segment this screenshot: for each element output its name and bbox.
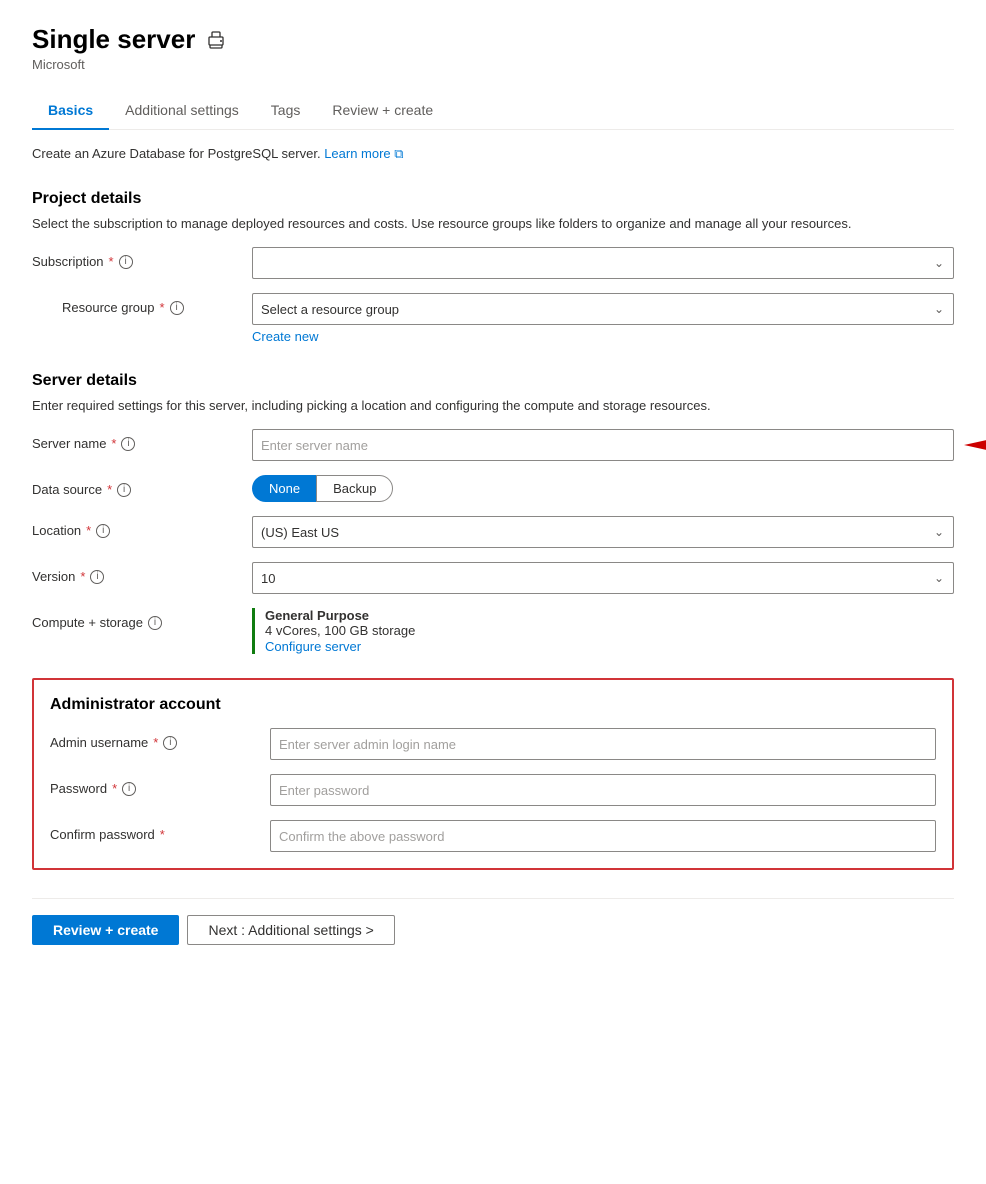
tab-additional-settings[interactable]: Additional settings (109, 92, 255, 130)
admin-username-control (270, 728, 936, 760)
version-control: 10 ⌄ (252, 562, 954, 594)
data-source-backup-button[interactable]: Backup (316, 475, 393, 502)
password-control (270, 774, 936, 806)
subscription-info-icon[interactable]: i (119, 255, 133, 269)
tab-bar: Basics Additional settings Tags Review +… (32, 92, 954, 130)
server-name-control (252, 429, 954, 461)
footer-buttons: Review + create Next : Additional settin… (32, 898, 954, 945)
confirm-password-required: * (160, 827, 165, 842)
page-description: Create an Azure Database for PostgreSQL … (32, 146, 954, 162)
page-title: Single server (32, 24, 195, 55)
admin-account-section: Administrator account Admin username * i… (32, 678, 954, 870)
server-details-section: Server details Enter required settings f… (32, 372, 954, 654)
confirm-password-input[interactable] (270, 820, 936, 852)
compute-desc: 4 vCores, 100 GB storage (265, 623, 954, 638)
learn-more-link[interactable]: Learn more ⧉ (324, 146, 403, 161)
subscription-row: Subscription * i ⌄ (32, 247, 954, 279)
compute-title: General Purpose (265, 608, 954, 623)
compute-storage-info-icon[interactable]: i (148, 616, 162, 630)
data-source-control: None Backup (252, 475, 954, 502)
print-icon[interactable] (205, 29, 227, 51)
tab-basics[interactable]: Basics (32, 92, 109, 130)
compute-storage-label: Compute + storage i (32, 608, 252, 630)
admin-username-info-icon[interactable]: i (163, 736, 177, 750)
location-row: Location * i (US) East US ⌄ (32, 516, 954, 548)
data-source-info-icon[interactable]: i (117, 483, 131, 497)
confirm-password-control (270, 820, 936, 852)
server-name-row: Server name * i (32, 429, 954, 461)
admin-username-input[interactable] (270, 728, 936, 760)
resource-group-required: * (160, 300, 165, 315)
data-source-toggle: None Backup (252, 475, 954, 502)
confirm-password-row: Confirm password * (50, 820, 936, 852)
resource-group-select[interactable]: Select a resource group (252, 293, 954, 325)
data-source-required: * (107, 482, 112, 497)
location-required: * (86, 523, 91, 538)
location-label: Location * i (32, 516, 252, 538)
admin-username-required: * (153, 735, 158, 750)
password-info-icon[interactable]: i (122, 782, 136, 796)
location-select[interactable]: (US) East US (252, 516, 954, 548)
review-create-button[interactable]: Review + create (32, 915, 179, 945)
admin-account-title: Administrator account (50, 696, 936, 714)
admin-username-row: Admin username * i (50, 728, 936, 760)
version-label: Version * i (32, 562, 252, 584)
server-name-input[interactable] (252, 429, 954, 461)
version-row: Version * i 10 ⌄ (32, 562, 954, 594)
project-details-desc: Select the subscription to manage deploy… (32, 216, 954, 231)
project-details-section: Project details Select the subscription … (32, 190, 954, 344)
server-name-arrow-annotation (964, 420, 986, 470)
server-name-info-icon[interactable]: i (121, 437, 135, 451)
location-info-icon[interactable]: i (96, 524, 110, 538)
project-details-title: Project details (32, 190, 954, 208)
subscription-required: * (109, 254, 114, 269)
configure-server-link[interactable]: Configure server (265, 639, 361, 654)
resource-group-label: Resource group * i (32, 293, 252, 315)
data-source-none-button[interactable]: None (252, 475, 316, 502)
compute-storage-value: General Purpose 4 vCores, 100 GB storage… (252, 608, 954, 654)
resource-group-control: Select a resource group ⌄ Create new (252, 293, 954, 344)
server-name-label: Server name * i (32, 429, 252, 451)
version-required: * (80, 569, 85, 584)
version-select[interactable]: 10 (252, 562, 954, 594)
server-name-required: * (111, 436, 116, 451)
server-details-desc: Enter required settings for this server,… (32, 398, 954, 413)
version-info-icon[interactable]: i (90, 570, 104, 584)
server-details-title: Server details (32, 372, 954, 390)
create-new-link[interactable]: Create new (252, 329, 954, 344)
page-subtitle: Microsoft (32, 57, 954, 72)
password-row: Password * i (50, 774, 936, 806)
password-label: Password * i (50, 774, 270, 796)
subscription-select[interactable] (252, 247, 954, 279)
tab-review-create[interactable]: Review + create (316, 92, 449, 130)
location-control: (US) East US ⌄ (252, 516, 954, 548)
subscription-control: ⌄ (252, 247, 954, 279)
data-source-row: Data source * i None Backup (32, 475, 954, 502)
password-input[interactable] (270, 774, 936, 806)
tab-tags[interactable]: Tags (255, 92, 317, 130)
confirm-password-label: Confirm password * (50, 820, 270, 842)
admin-username-label: Admin username * i (50, 728, 270, 750)
password-required: * (112, 781, 117, 796)
resource-group-row: Resource group * i Select a resource gro… (32, 293, 954, 344)
next-button[interactable]: Next : Additional settings > (187, 915, 394, 945)
compute-storage-row: Compute + storage i General Purpose 4 vC… (32, 608, 954, 654)
subscription-label: Subscription * i (32, 247, 252, 269)
data-source-label: Data source * i (32, 475, 252, 497)
resource-group-info-icon[interactable]: i (170, 301, 184, 315)
